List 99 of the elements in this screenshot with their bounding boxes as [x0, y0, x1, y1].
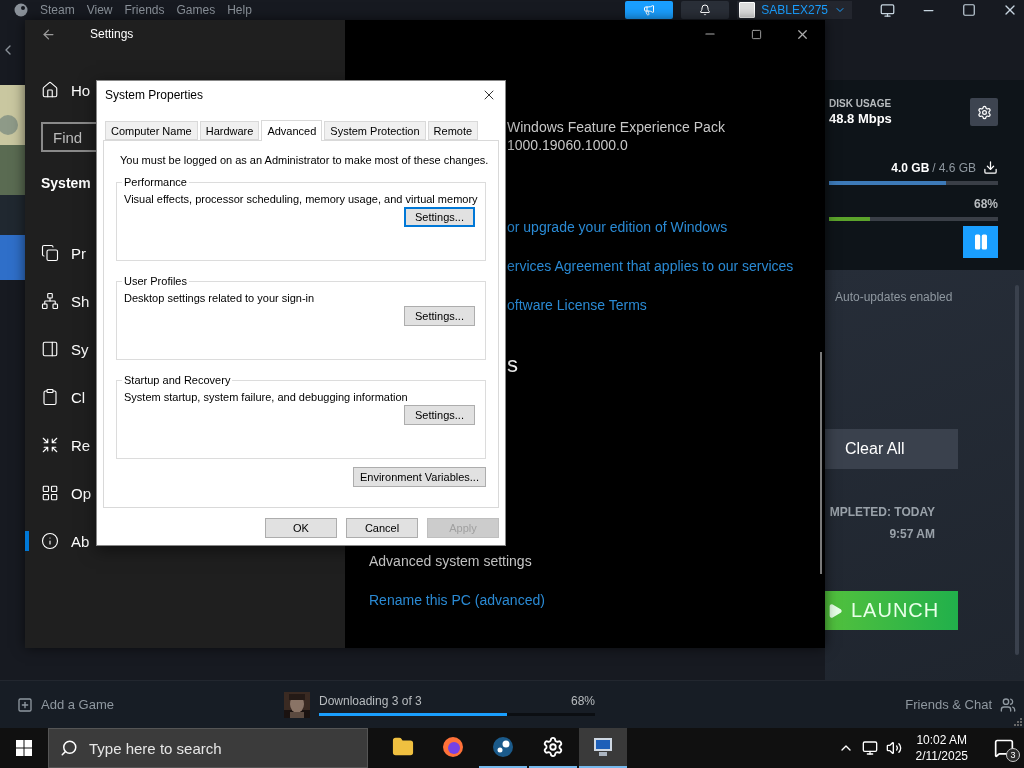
environment-variables-button[interactable]: Environment Variables...	[352, 467, 486, 487]
notice-text: You must be logged on as an Administrator to make most of these changes.	[120, 153, 489, 168]
clear-all-button[interactable]: Clear All	[825, 429, 958, 469]
maximize-icon[interactable]	[750, 28, 762, 40]
info-value: 1000.19060.1000.0	[507, 136, 628, 154]
windows-logo-icon	[16, 740, 32, 756]
taskbar-app[interactable]	[579, 728, 627, 768]
steam-logo-icon	[14, 3, 28, 17]
panel-icon	[41, 340, 59, 358]
time: 10:02 AM	[916, 732, 968, 748]
browser-icon	[442, 736, 464, 758]
tab[interactable]: Advanced	[261, 120, 323, 141]
info-icon	[41, 532, 59, 550]
account-button[interactable]: SABLEX275	[737, 1, 852, 19]
download-icon	[983, 160, 998, 175]
nav-item[interactable]: Sh	[71, 292, 90, 310]
steam-icon	[492, 736, 514, 758]
completed-time: 9:57 AM	[889, 527, 935, 541]
notifications-button[interactable]	[681, 1, 730, 19]
nav-item[interactable]: Cl	[71, 388, 86, 406]
download-status: Downloading 3 of 3	[319, 693, 422, 708]
play-icon	[827, 602, 843, 619]
pause-button[interactable]	[963, 226, 998, 258]
screens-icon	[41, 244, 59, 262]
clock[interactable]: 10:02 AM 2/11/2025	[915, 732, 968, 764]
related-setting[interactable]: Advanced system settings	[369, 551, 532, 571]
nav-item[interactable]: Pr	[71, 244, 86, 262]
dialog-title: System Properties	[105, 88, 204, 102]
size-separator: /	[932, 160, 936, 175]
arrows-icon	[41, 436, 59, 454]
bell-icon	[699, 4, 712, 16]
section-heading: s	[507, 351, 518, 379]
add-game-link[interactable]: Add a Game	[41, 697, 114, 712]
settings-icon	[542, 736, 564, 758]
avatar	[739, 2, 756, 18]
tab[interactable]: Remote	[427, 121, 479, 140]
completed-label: MPLETED: TODAY	[829, 505, 935, 519]
link[interactable]: ervices Agreement that applies to our services	[507, 256, 794, 276]
folder-icon	[392, 736, 414, 758]
settings-button[interactable]: Settings...	[404, 306, 475, 326]
menu-item[interactable]: Help	[227, 3, 252, 17]
date: 2/11/2025	[915, 748, 968, 764]
group-title: Startup and Recovery	[123, 374, 232, 386]
friends-chat-link[interactable]: Friends & Chat	[905, 697, 992, 712]
group-title: User Profiles	[123, 275, 188, 287]
info-value: Windows Feature Experience Pack	[507, 118, 725, 136]
group-description: System startup, system failure, and debugging information	[124, 390, 408, 405]
computer-icon	[591, 736, 615, 758]
tab[interactable]: Hardware	[199, 121, 260, 140]
nav-item[interactable]: Ho	[71, 81, 91, 99]
settings-button[interactable]	[970, 98, 998, 126]
nav-item[interactable]: Re	[71, 436, 91, 454]
add-icon	[17, 696, 33, 713]
clipboard-icon	[41, 388, 59, 406]
settings-button[interactable]: Settings...	[404, 405, 475, 425]
group-description: Visual effects, processor scheduling, memory usage, and virtual memory	[124, 192, 478, 207]
disk-usage-value: 48.8 Mbps	[829, 111, 892, 126]
dialog-button[interactable]: Cancel	[346, 518, 418, 538]
friends-icon	[1000, 696, 1016, 713]
menu-item[interactable]: Friends	[124, 3, 165, 17]
maximize-icon[interactable]	[962, 3, 976, 17]
notifications-button[interactable]: 3	[990, 734, 1018, 762]
resize-grip-icon[interactable]	[1014, 718, 1022, 726]
gear-icon	[976, 104, 992, 120]
tab[interactable]: Computer Name	[105, 121, 198, 140]
disk-usage-label: DISK USAGE	[829, 98, 892, 109]
downloaded-size: 4.0 GB	[891, 160, 930, 175]
group-description: Desktop settings related to your sign-in	[124, 291, 315, 306]
volume-icon[interactable]	[885, 740, 902, 756]
link[interactable]: Rename this PC (advanced)	[369, 590, 545, 610]
menu-item[interactable]: Steam	[40, 3, 75, 17]
notification-count: 3	[1006, 748, 1020, 762]
group-title: Performance	[123, 176, 188, 188]
section-heading: System	[41, 174, 91, 193]
nav-item[interactable]: Ab	[71, 532, 90, 550]
download-percent: 68%	[973, 197, 998, 211]
announcements-button[interactable]	[625, 1, 674, 19]
grid-icon	[41, 484, 59, 502]
window-title: Settings	[90, 27, 134, 41]
search-icon	[60, 739, 78, 757]
nav-item[interactable]: Op	[71, 484, 91, 502]
menu-item[interactable]: View	[86, 3, 113, 17]
megaphone-icon	[643, 4, 656, 16]
dialog-button[interactable]: OK	[265, 518, 337, 538]
download-percent: 68%	[570, 693, 595, 708]
link[interactable]: oftware License Terms	[507, 295, 647, 315]
notifications-icon	[994, 738, 1014, 758]
back-icon[interactable]	[41, 26, 56, 42]
monitor-icon[interactable]	[880, 2, 895, 18]
auto-updates-text: Auto-updates enabled	[835, 290, 954, 304]
search-field[interactable]: Type here to search	[48, 728, 368, 768]
tab[interactable]: System Protection	[324, 121, 426, 140]
link[interactable]: or upgrade your edition of Windows	[507, 217, 728, 237]
menu-item[interactable]: Games	[176, 3, 216, 17]
settings-button[interactable]: Settings...	[404, 207, 475, 227]
scrollbar[interactable]	[820, 352, 822, 574]
nav-item[interactable]: Sy	[71, 340, 89, 358]
total-size: 4.6 GB	[938, 160, 976, 175]
home-icon	[41, 81, 59, 99]
